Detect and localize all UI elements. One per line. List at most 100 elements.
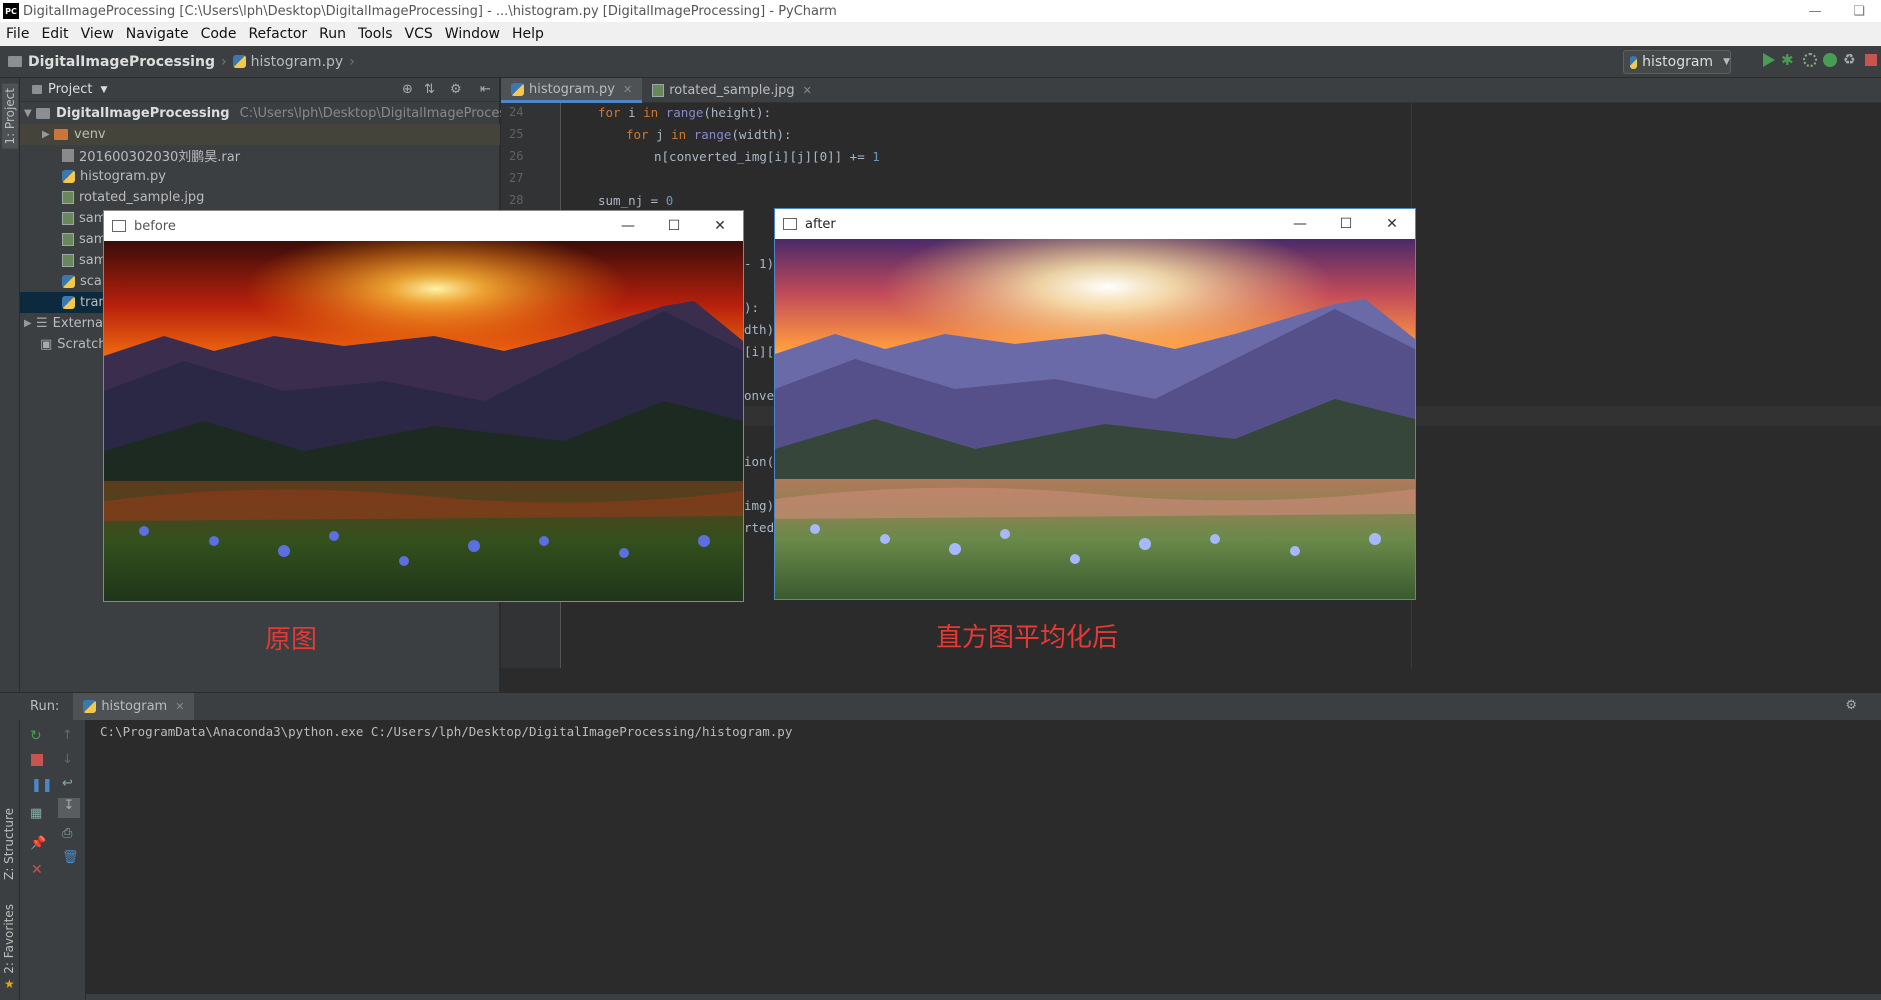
menu-vcs[interactable]: VCS [399, 26, 439, 42]
tree-item-rar[interactable]: 201600302030刘鹏昊.rar [62, 145, 240, 166]
hide-icon[interactable]: ⇤ [480, 82, 491, 97]
menu-file[interactable]: File [0, 26, 35, 42]
chevron-right-icon: › [220, 53, 227, 70]
tree-item-sample-3[interactable]: sam [62, 250, 106, 271]
tab-structure[interactable]: Z: Structure [2, 808, 16, 880]
menu-navigate[interactable]: Navigate [120, 26, 195, 42]
menu-edit[interactable]: Edit [35, 26, 74, 42]
menu-tools[interactable]: Tools [352, 26, 399, 42]
tree-item-venv[interactable]: ▶ venv [20, 124, 500, 145]
title-bar: PC DigitalImageProcessing [C:\Users\lph\… [0, 0, 1881, 22]
breadcrumb-project[interactable]: DigitalImageProcessing › [8, 54, 233, 70]
tab-rotated-sample[interactable]: rotated_sample.jpg ✕ [642, 78, 822, 103]
menu-view[interactable]: View [75, 26, 120, 42]
archive-icon [62, 149, 74, 162]
chevron-right-icon: › [349, 53, 355, 70]
python-file-icon [62, 170, 75, 183]
tab-project[interactable]: 1: Project [2, 84, 18, 149]
pycharm-logo: PC [3, 3, 19, 19]
tree-item-rotated-sample[interactable]: rotated_sample.jpg [62, 187, 204, 208]
arrow-up-icon[interactable]: ↑ [62, 728, 76, 743]
close-icon[interactable]: ✕ [623, 83, 632, 96]
line-number: 28 [509, 193, 524, 207]
concurrency-icon[interactable]: ♻ [1843, 52, 1859, 68]
project-panel-title[interactable]: Project [48, 82, 92, 97]
scroll-to-end-icon[interactable]: ↧ [58, 798, 80, 818]
menu-bar: File Edit View Navigate Code Refactor Ru… [0, 22, 1881, 46]
sunset-landscape-before [104, 241, 743, 601]
coverage-icon[interactable] [1803, 53, 1817, 67]
maximize-button[interactable]: ☐ [1323, 209, 1369, 239]
root-path: C:\Users\lph\Desktop\DigitalImageProcess… [239, 106, 534, 121]
tab-label: histogram.py [529, 81, 615, 97]
tab-label: rotated_sample.jpg [669, 83, 795, 98]
expand-arrow-icon: ▼ [24, 108, 32, 119]
menu-refactor[interactable]: Refactor [242, 26, 313, 42]
minimize-button[interactable]: — [605, 211, 651, 241]
tree-root[interactable]: ▼ DigitalImageProcessing C:\Users\lph\De… [24, 103, 533, 124]
print-icon[interactable]: ⎙ [62, 826, 76, 841]
profile-icon[interactable] [1823, 53, 1837, 67]
folder-icon [36, 108, 50, 119]
restore-button[interactable]: ❏ [1837, 0, 1881, 22]
stop-icon[interactable] [1865, 54, 1877, 66]
gear-icon[interactable]: ⚙ [450, 82, 462, 97]
tree-item-label: Externa [52, 316, 103, 331]
trash-icon[interactable]: 🗑 [62, 850, 79, 865]
code-line-25: for j in range(width): [626, 127, 792, 142]
close-icon[interactable]: ✕ [175, 700, 184, 713]
run-tab-label: histogram [101, 699, 168, 714]
image-file-icon [62, 254, 74, 267]
sunset-landscape-after [775, 239, 1415, 599]
close-icon[interactable]: ✕ [803, 84, 812, 97]
menu-window[interactable]: Window [439, 26, 506, 42]
after-window-title: after [805, 216, 836, 232]
run-configuration-select[interactable]: histogram ▼ [1623, 50, 1731, 74]
code-line-26: n[converted_img[i][j][0]] += 1 [654, 149, 880, 164]
tree-item-sample-2[interactable]: sam [62, 229, 106, 250]
close-button[interactable]: ✕ [697, 211, 743, 241]
run-icon[interactable] [1763, 53, 1775, 67]
menu-run[interactable]: Run [313, 26, 352, 42]
line-number: 25 [509, 127, 524, 141]
run-tab-histogram[interactable]: histogram ✕ [73, 692, 195, 721]
chevron-down-icon[interactable]: ▼ [100, 85, 107, 95]
collapse-icon[interactable]: ⇅ [424, 82, 435, 97]
tree-item-sample-1[interactable]: sam [62, 208, 106, 229]
navigation-bar: DigitalImageProcessing › histogram.py › … [0, 46, 1881, 78]
minimize-button[interactable]: — [1277, 209, 1323, 239]
maximize-button[interactable]: ☐ [651, 211, 697, 241]
rerun-icon[interactable]: ↻ [30, 728, 44, 744]
tab-histogram-py[interactable]: histogram.py ✕ [501, 78, 643, 103]
python-file-icon [1630, 55, 1638, 69]
gear-icon[interactable]: ⚙ [1845, 698, 1857, 713]
close-button[interactable]: ✕ [1369, 209, 1415, 239]
root-name: DigitalImageProcessing [56, 106, 230, 121]
breadcrumb-file[interactable]: histogram.py › [232, 53, 361, 70]
minimize-button[interactable]: — [1793, 0, 1837, 22]
soft-wrap-icon[interactable]: ↩ [62, 776, 76, 791]
image-file-icon [62, 191, 74, 204]
stop-icon[interactable] [31, 754, 43, 766]
close-icon[interactable]: ✕ [31, 862, 45, 878]
locate-icon[interactable]: ⊕ [402, 82, 413, 97]
tree-item-scratches[interactable]: ▣ Scratch [40, 334, 107, 355]
tab-favorites[interactable]: 2: Favorites [2, 904, 16, 974]
pause-icon[interactable]: ❚❚ [31, 778, 53, 793]
before-image-window[interactable]: before — ☐ ✕ [103, 210, 744, 602]
after-image-window[interactable]: after — ☐ ✕ [774, 208, 1416, 600]
pin-icon[interactable]: 📌 [30, 836, 46, 851]
menu-help[interactable]: Help [506, 26, 550, 42]
tree-item-histogram[interactable]: histogram.py [62, 166, 166, 187]
debug-icon[interactable]: ✱ [1781, 52, 1797, 68]
menu-code[interactable]: Code [195, 26, 243, 42]
left-tool-strip: 1: Project Z: Structure 2: Favorites ★ [0, 78, 20, 1000]
line-number: 24 [509, 105, 524, 119]
tree-item-label: venv [74, 127, 106, 142]
python-file-icon [62, 296, 75, 309]
arrow-down-icon[interactable]: ↓ [62, 752, 76, 767]
tree-item-external-libraries[interactable]: ▶ ☰ Externa [24, 313, 103, 334]
code-fragment: rted [744, 520, 775, 535]
layout-icon[interactable]: ▦ [30, 806, 44, 821]
run-console[interactable]: C:\ProgramData\Anaconda3\python.exe C:/U… [86, 720, 1881, 995]
